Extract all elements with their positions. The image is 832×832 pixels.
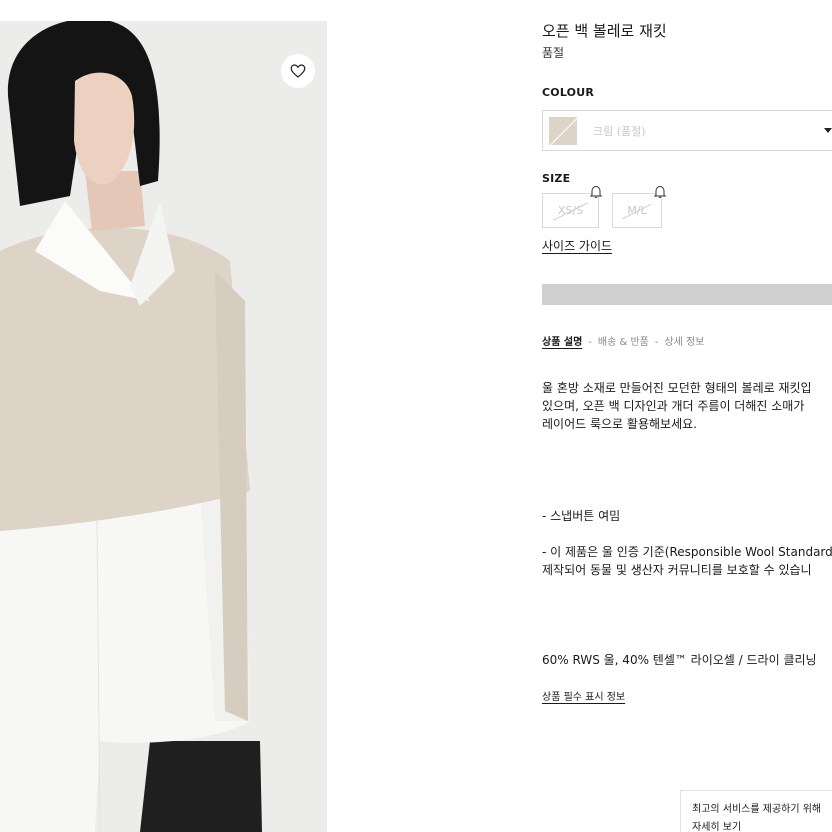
heart-icon (290, 64, 306, 78)
tab-shipping[interactable]: 배송 & 반품 (598, 337, 649, 348)
wishlist-button[interactable] (281, 54, 315, 88)
bell-icon[interactable] (654, 185, 666, 199)
colour-label: COLOUR (542, 86, 594, 99)
description-bullet-wool: - 이 제품은 울 인증 기준(Responsible Wool Standar… (542, 543, 832, 579)
stock-status: 품절 (542, 46, 565, 60)
product-details: 오픈 백 볼레로 재킷 품절 COLOUR 크림 (품절) SIZE XS/S … (542, 0, 832, 832)
description-bullet-closure: - 스냅버튼 여밈 (542, 509, 621, 523)
colour-swatch (549, 116, 577, 145)
description-line: - 이 제품은 울 인증 기준(Responsible Wool Standar… (542, 545, 832, 559)
description-paragraph: 울 혼방 소재로 만들어진 모던한 형태의 볼레로 재킷입 있으며, 오픈 백 … (542, 379, 832, 433)
colour-selected-value: 크림 (품절) (593, 124, 646, 138)
product-image (0, 21, 327, 832)
description-line: 있으며, 오픈 백 디자인과 개더 주름이 더해진 소매가 (542, 399, 805, 413)
description-line: 레이어드 룩으로 활용해보세요. (542, 417, 697, 431)
description-line: 울 혼방 소재로 만들어진 모던한 형태의 볼레로 재킷입 (542, 381, 812, 395)
product-photo (0, 21, 327, 832)
cookie-more-link[interactable]: 자세히 보기 (692, 819, 832, 832)
tab-description[interactable]: 상품 설명 (542, 337, 582, 348)
size-label: SIZE (542, 172, 571, 185)
colour-select[interactable]: 크림 (품절) (542, 110, 832, 151)
material-composition: 60% RWS 울, 40% 텐셀™ 라이오셀 / 드라이 클리닝 (542, 653, 817, 667)
add-to-bag-button[interactable] (542, 284, 832, 305)
description-line: 제작되어 동물 및 생산자 커뮤니티를 보호할 수 있습니 (542, 563, 812, 577)
cookie-banner-text: 최고의 서비스를 제공하기 위해 (692, 804, 822, 815)
cookie-banner: 최고의 서비스를 제공하기 위해 자세히 보기 (680, 790, 832, 832)
chevron-down-icon (824, 128, 832, 133)
product-title: 오픈 백 볼레로 재킷 (542, 22, 667, 40)
tab-separator: - (588, 337, 592, 348)
tab-details[interactable]: 상세 정보 (664, 337, 704, 348)
size-guide-link[interactable]: 사이즈 가이드 (542, 237, 612, 254)
tab-separator: - (654, 337, 659, 348)
info-tabs: 상품 설명 - 배송 & 반품 - 상세 정보 (542, 333, 704, 348)
required-info-link[interactable]: 상품 필수 표시 정보 (542, 688, 625, 703)
bell-icon[interactable] (590, 185, 602, 199)
